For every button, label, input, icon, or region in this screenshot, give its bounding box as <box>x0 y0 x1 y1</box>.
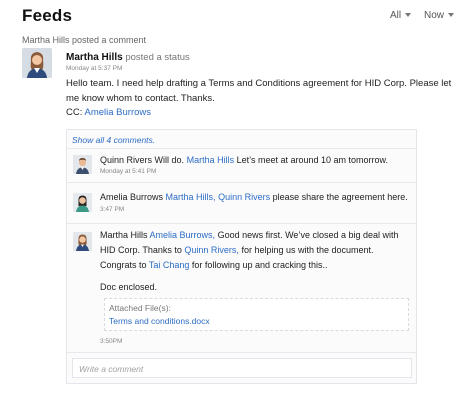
comment-text: Good news first. We’ve closed a big deal… <box>217 230 399 240</box>
mention-link[interactable]: Tai Chang <box>149 260 190 270</box>
avatar-martha-hills-small[interactable] <box>73 232 92 251</box>
mention-link[interactable]: Quinn Rivers <box>218 192 270 202</box>
divider <box>67 352 416 353</box>
comment-2-timestamp: 3:47 PM <box>100 206 125 213</box>
user-avatar-icon <box>73 193 92 212</box>
avatar-amelia-burrows[interactable] <box>73 193 92 212</box>
attachment-box: Attached File(s): Terms and conditions.d… <box>104 298 409 331</box>
user-avatar-icon <box>22 48 52 78</box>
divider <box>67 148 416 149</box>
post-author[interactable]: Martha Hills <box>66 52 123 63</box>
mention-link[interactable]: Martha Hills <box>187 155 235 165</box>
comment-3-text: Martha Hills Amelia Burrows, Good news f… <box>100 228 412 273</box>
activity-summary: Martha Hills posted a comment <box>22 35 147 45</box>
comment-1-timestamp: Monday at 5:41 PM <box>100 168 157 175</box>
mention-link[interactable]: Amelia Burrows, <box>150 230 216 240</box>
user-avatar-icon <box>73 155 92 174</box>
post-header: Martha Hills posted a status <box>66 52 190 63</box>
post-cc: CC: Amelia Burrows <box>66 107 151 118</box>
comment-text: Will do. <box>154 155 185 165</box>
comment-3-timestamp: 3:50PM <box>100 338 123 345</box>
avatar-quinn-rivers[interactable] <box>73 155 92 174</box>
divider <box>67 223 416 224</box>
comment-line: Martha Hills Amelia Burrows, Good news f… <box>100 228 412 243</box>
comment-text: Let’s meet at around 10 am tomorrow. <box>236 155 389 165</box>
post-action: posted a status <box>125 52 190 63</box>
comment-author[interactable]: Martha Hills <box>100 230 148 240</box>
comment-1-text: Quinn Rivers Will do. Martha Hills Let’s… <box>100 153 412 168</box>
post-timestamp: Monday at 5:37 PM <box>66 65 123 72</box>
show-all-comments-link[interactable]: Show all 4 comments. <box>72 135 155 145</box>
divider <box>67 182 416 183</box>
cc-user-link[interactable]: Amelia Burrows <box>85 107 152 118</box>
comment-text: for following up and cracking this.. <box>191 260 328 270</box>
comment-text: for helping us with the document. <box>241 245 374 255</box>
mention-link[interactable]: Martha Hills, <box>166 192 216 202</box>
comment-text: Congrats to <box>100 260 147 270</box>
filter-all-dropdown[interactable]: All <box>390 10 412 21</box>
comment-3-doc-line: Doc enclosed. <box>100 282 158 292</box>
write-comment-input[interactable] <box>73 360 411 378</box>
comment-author[interactable]: Quinn Rivers <box>100 155 152 165</box>
user-avatar-icon <box>73 232 92 251</box>
filter-now-dropdown[interactable]: Now <box>424 10 455 21</box>
comments-panel: Show all 4 comments. Quinn Rivers Will d… <box>66 129 417 384</box>
avatar-martha-hills[interactable] <box>22 48 52 78</box>
attachment-label: Attached File(s): <box>109 303 171 313</box>
comment-author[interactable]: Amelia Burrows <box>100 192 163 202</box>
chevron-down-icon <box>405 13 412 17</box>
mention-link[interactable]: Quinn Rivers, <box>184 245 239 255</box>
filter-now-label: Now <box>424 10 445 21</box>
post-body: Hello team. I need help drafting a Terms… <box>66 78 452 104</box>
comment-text: please share the agreement here. <box>272 192 408 202</box>
cc-label: CC: <box>66 107 83 118</box>
attachment-file-link[interactable]: Terms and conditions.docx <box>109 316 210 326</box>
comment-2-text: Amelia Burrows Martha Hills, Quinn River… <box>100 190 412 205</box>
page-title: Feeds <box>22 6 73 25</box>
filter-all-label: All <box>390 10 402 21</box>
write-comment-box[interactable] <box>72 358 412 378</box>
comment-text: HID Corp. Thanks to <box>100 245 182 255</box>
chevron-down-icon <box>448 13 455 17</box>
feeds-header: Feeds All Now <box>22 6 462 30</box>
comment-line: Congrats to Tai Chang for following up a… <box>100 258 412 273</box>
comment-line: HID Corp. Thanks to Quinn Rivers, for he… <box>100 243 412 258</box>
